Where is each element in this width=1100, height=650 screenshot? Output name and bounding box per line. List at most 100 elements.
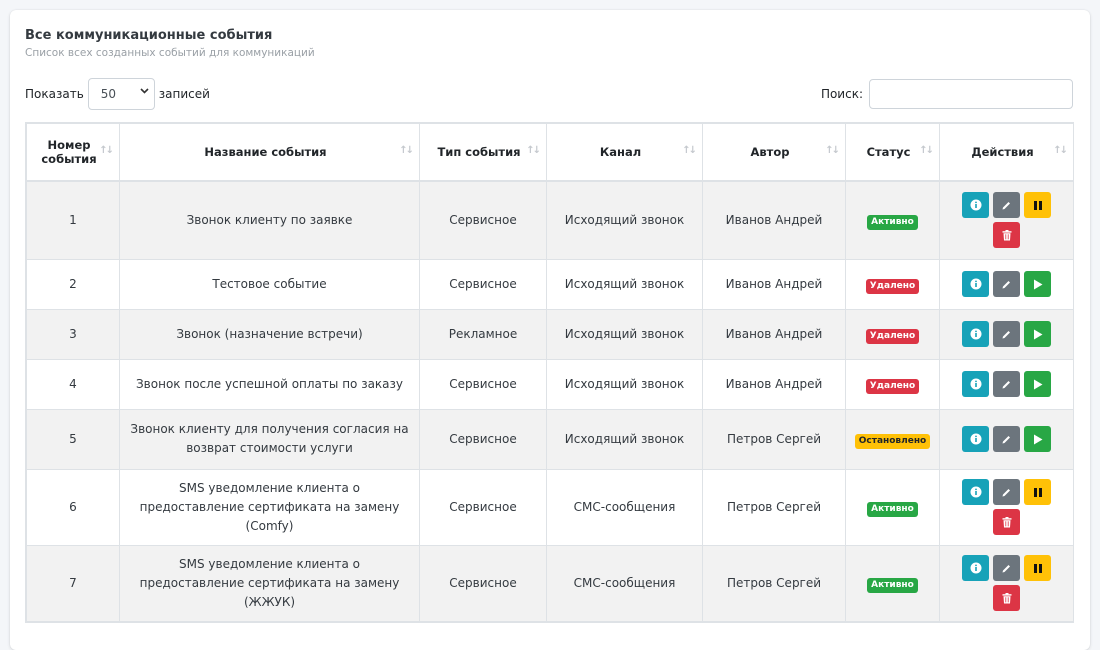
pause-button[interactable] — [1024, 555, 1051, 581]
delete-button[interactable] — [993, 222, 1020, 249]
pencil-icon — [1001, 434, 1012, 445]
event-author-cell: Иванов Андрей — [702, 180, 846, 260]
info-button[interactable] — [962, 555, 989, 581]
sort-arrows-icon[interactable]: ↑↓ — [825, 145, 840, 156]
info-button[interactable] — [962, 321, 989, 347]
table-body: 1 Звонок клиенту по заявке Сервисное Исходя… — [26, 180, 1074, 622]
edit-button[interactable] — [993, 555, 1020, 581]
event-author-cell: Петров Сергей — [702, 408, 846, 470]
play-button[interactable] — [1024, 371, 1051, 397]
column-header-label: Автор — [750, 145, 790, 159]
status-badge: Удалено — [865, 378, 920, 394]
edit-button[interactable] — [993, 192, 1020, 219]
search-label: Поиск: — [820, 87, 863, 101]
event-channel-cell: Исходящий звонок — [546, 358, 703, 410]
event-author-cell: Иванов Андрей — [702, 258, 846, 310]
edit-button[interactable] — [993, 371, 1020, 397]
edit-button[interactable] — [993, 321, 1020, 347]
trash-icon — [1002, 229, 1012, 241]
action-buttons — [961, 321, 1053, 347]
event-id-cell: 7 — [26, 544, 120, 622]
status-badge: Активно — [867, 501, 918, 517]
page-subtitle: Список всех созданных событий для коммун… — [25, 47, 315, 59]
edit-button[interactable] — [993, 479, 1020, 505]
event-actions-cell — [939, 544, 1074, 622]
show-label: Показать — [25, 87, 84, 101]
status-badge: Остановлено — [854, 433, 931, 449]
table-row: 7 SMS уведомление клиента о предоставлени… — [26, 544, 1074, 622]
search-input[interactable] — [869, 79, 1073, 109]
table-row: 2 Тестовое событие Сервисное Исходящий звон… — [26, 258, 1074, 310]
pause-button[interactable] — [1024, 479, 1051, 505]
event-status-cell: Удалено — [845, 308, 940, 360]
edit-button[interactable] — [993, 271, 1020, 297]
status-badge: Активно — [867, 214, 918, 230]
pencil-icon — [1001, 329, 1012, 340]
column-header[interactable]: Название события ↑↓ — [119, 123, 420, 182]
sort-arrows-icon[interactable]: ↑↓ — [99, 145, 114, 156]
action-buttons — [961, 555, 1053, 611]
sort-arrows-icon[interactable]: ↑↓ — [1053, 145, 1068, 156]
page-length-select[interactable]: 50 — [87, 78, 155, 110]
event-name-cell: SMS уведомление клиента о предоставление… — [119, 468, 420, 546]
events-table: Номер события ↑↓ Название события ↑↓ Тип соб… — [26, 123, 1074, 622]
play-icon — [1033, 329, 1043, 340]
info-button[interactable] — [962, 271, 989, 297]
pencil-icon — [1001, 200, 1012, 211]
event-actions-cell — [939, 468, 1074, 546]
column-header[interactable]: Тип события ↑↓ — [419, 123, 547, 182]
pause-button[interactable] — [1024, 192, 1051, 219]
event-name-cell: Звонок (назначение встречи) — [119, 308, 420, 360]
info-icon — [970, 328, 982, 340]
event-name-cell: Тестовое событие — [119, 258, 420, 310]
event-id-cell: 4 — [26, 358, 120, 410]
search-control: Поиск: — [821, 78, 1073, 110]
play-button[interactable] — [1024, 321, 1051, 347]
delete-button[interactable] — [993, 509, 1020, 535]
info-icon — [970, 562, 982, 574]
event-channel-cell: Исходящий звонок — [546, 308, 703, 360]
event-type-cell: Сервисное — [419, 408, 547, 470]
column-header[interactable]: Автор ↑↓ — [702, 123, 846, 182]
info-icon — [970, 378, 982, 390]
sort-arrows-icon[interactable]: ↑↓ — [682, 145, 697, 156]
action-buttons — [961, 479, 1053, 535]
pencil-icon — [1001, 279, 1012, 290]
event-status-cell: Активно — [845, 544, 940, 622]
info-button[interactable] — [962, 192, 989, 219]
edit-button[interactable] — [993, 426, 1020, 452]
info-button[interactable] — [962, 426, 989, 452]
event-status-cell: Удалено — [845, 258, 940, 310]
status-badge: Удалено — [865, 278, 920, 294]
info-icon — [970, 486, 982, 498]
info-button[interactable] — [962, 479, 989, 505]
sort-arrows-icon[interactable]: ↑↓ — [526, 145, 541, 156]
play-icon — [1033, 279, 1043, 290]
pause-icon — [1033, 200, 1043, 211]
event-type-cell: Сервисное — [419, 258, 547, 310]
event-author-cell: Иванов Андрей — [702, 308, 846, 360]
column-header-label: Действия — [971, 145, 1034, 159]
table-row: 3 Звонок (назначение встречи) Рекламное Исх… — [26, 308, 1074, 360]
event-id-cell: 2 — [26, 258, 120, 310]
event-type-cell: Сервисное — [419, 358, 547, 410]
table-row: 4 Звонок после успешной оплаты по заказу С… — [26, 358, 1074, 410]
column-header[interactable]: Канал ↑↓ — [546, 123, 703, 182]
column-header[interactable]: Действия ↑↓ — [939, 123, 1074, 182]
event-actions-cell — [939, 258, 1074, 310]
column-header-label: Статус — [866, 145, 911, 159]
sort-arrows-icon[interactable]: ↑↓ — [919, 145, 934, 156]
event-type-cell: Сервисное — [419, 180, 547, 260]
column-header[interactable]: Статус ↑↓ — [845, 123, 940, 182]
delete-button[interactable] — [993, 585, 1020, 611]
play-icon — [1033, 434, 1043, 445]
play-button[interactable] — [1024, 426, 1051, 452]
sort-arrows-icon[interactable]: ↑↓ — [399, 145, 414, 156]
action-buttons — [961, 426, 1053, 452]
status-badge: Активно — [867, 577, 918, 593]
info-icon — [970, 278, 982, 290]
page-title: Все коммуникационные события — [25, 28, 273, 43]
info-button[interactable] — [962, 371, 989, 397]
play-button[interactable] — [1024, 271, 1051, 297]
column-header[interactable]: Номер события ↑↓ — [26, 123, 120, 182]
